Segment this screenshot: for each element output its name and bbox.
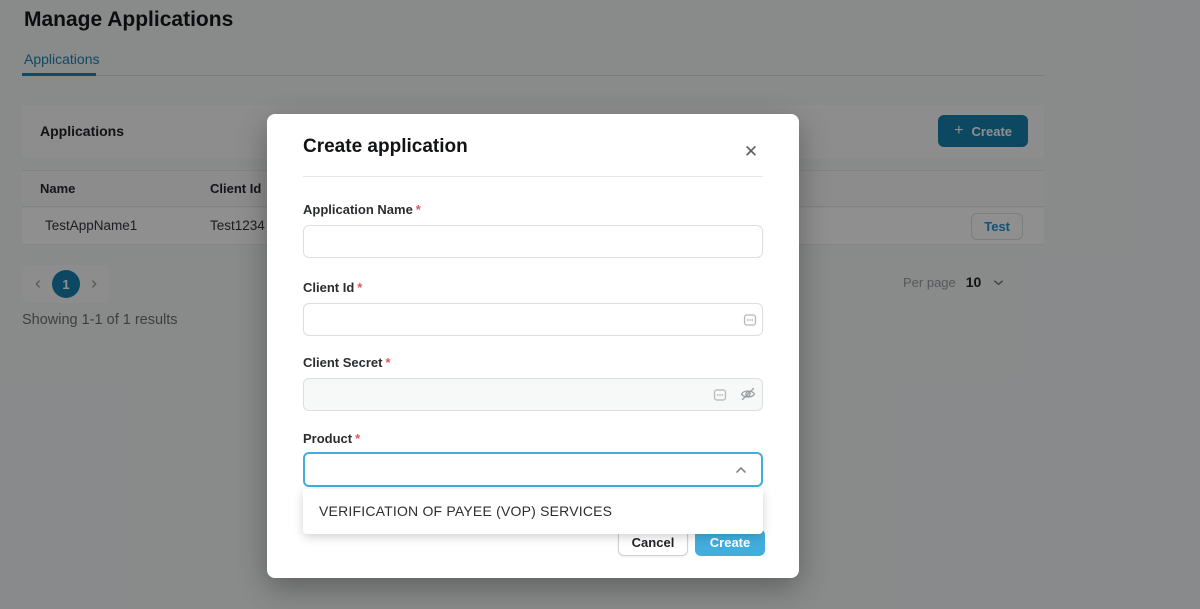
page: Manage Applications Applications Applica… xyxy=(0,0,1200,609)
dropdown-option-vop[interactable]: VERIFICATION OF PAYEE (VOP) SERVICES xyxy=(303,489,763,534)
client-secret-input[interactable] xyxy=(303,378,763,411)
client-id-input[interactable] xyxy=(303,303,763,336)
modal-title: Create application xyxy=(303,136,468,158)
close-icon[interactable]: ✕ xyxy=(741,142,761,162)
required-asterisk: * xyxy=(355,431,360,446)
application-name-label: Application Name* xyxy=(303,202,421,217)
eye-off-icon[interactable] xyxy=(739,385,757,403)
client-secret-label: Client Secret* xyxy=(303,355,391,370)
required-asterisk: * xyxy=(357,280,362,295)
required-asterisk: * xyxy=(416,202,421,217)
autofill-icon[interactable] xyxy=(741,311,759,329)
product-dropdown-menu: VERIFICATION OF PAYEE (VOP) SERVICES xyxy=(303,489,763,534)
chevron-up-icon xyxy=(733,462,749,483)
modal-divider xyxy=(303,176,763,177)
product-select[interactable] xyxy=(303,452,763,487)
product-label: Product* xyxy=(303,431,360,446)
required-asterisk: * xyxy=(385,355,390,370)
create-application-modal: Create application ✕ Application Name* C… xyxy=(267,114,799,578)
client-id-label: Client Id* xyxy=(303,280,362,295)
application-name-input[interactable] xyxy=(303,225,763,258)
autofill-icon[interactable] xyxy=(711,386,729,404)
